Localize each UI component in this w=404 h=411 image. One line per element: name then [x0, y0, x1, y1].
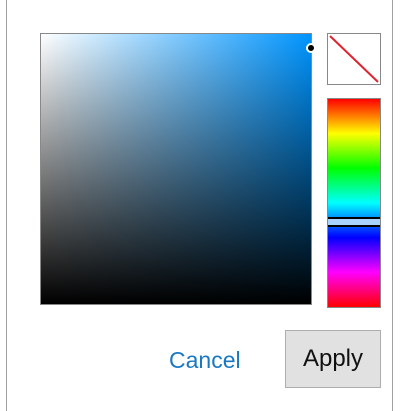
no-color-slash-icon — [329, 35, 379, 83]
hue-slider-handle[interactable] — [328, 217, 380, 228]
no-color-swatch[interactable] — [327, 33, 381, 85]
saturation-value-cursor[interactable] — [306, 42, 316, 53]
color-picker-popup: Cancel Apply — [6, 0, 393, 411]
hue-slider[interactable] — [327, 98, 381, 308]
cancel-button[interactable]: Cancel — [165, 340, 245, 380]
saturation-value-area[interactable] — [40, 33, 316, 305]
apply-button[interactable]: Apply — [285, 330, 381, 388]
